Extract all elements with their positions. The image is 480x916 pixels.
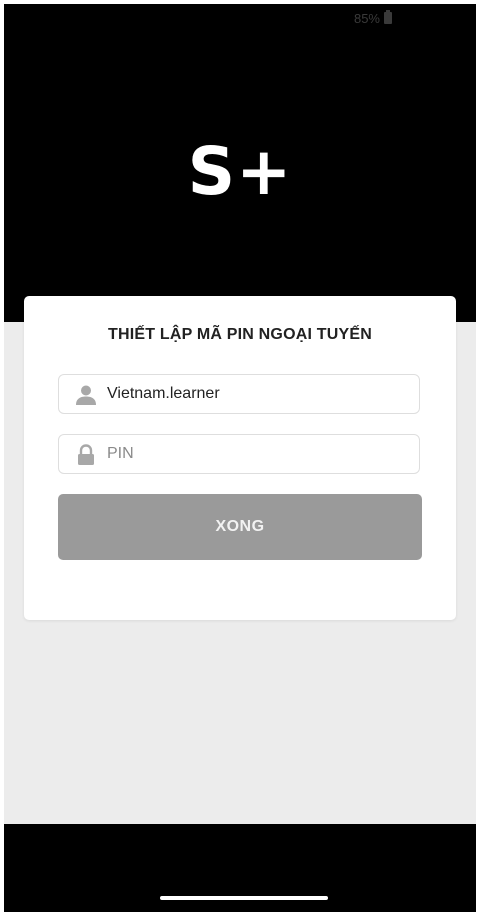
done-button[interactable]: XONG [58, 494, 422, 560]
home-indicator[interactable] [160, 896, 328, 900]
battery-icon [384, 10, 392, 24]
card-title: THIẾT LẬP MÃ PIN NGOẠI TUYẾN [108, 326, 372, 343]
header-panel: 85% S+ [4, 4, 476, 322]
status-bar: 85% [4, 4, 476, 32]
app-logo: S+ [187, 133, 293, 210]
battery-level: 85% [353, 11, 380, 26]
username-input[interactable] [107, 375, 407, 413]
navigation-bar [4, 824, 476, 912]
phone-screen: 85% S+ THIẾT LẬP MÃ PIN NGOẠI TUYẾN Viet… [4, 4, 476, 912]
username-field[interactable] [58, 374, 420, 414]
pin-setup-card: THIẾT LẬP MÃ PIN NGOẠI TUYẾN XONG [24, 296, 456, 620]
pin-input[interactable] [107, 435, 407, 473]
pin-field[interactable] [58, 434, 420, 474]
lock-icon [75, 444, 97, 466]
user-icon [75, 384, 97, 406]
